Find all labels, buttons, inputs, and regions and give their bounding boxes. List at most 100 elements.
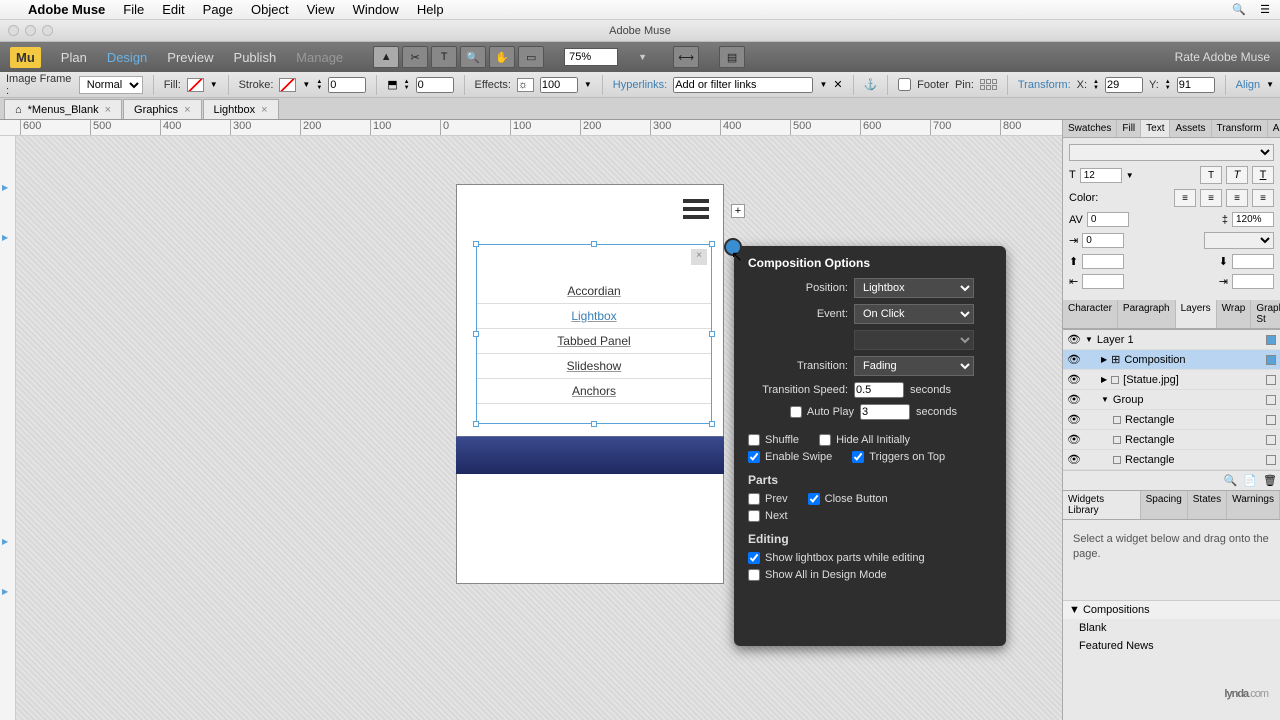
crop-tool[interactable]: ✂ bbox=[402, 46, 428, 68]
responsive-icon[interactable]: ⟷ bbox=[673, 46, 699, 68]
tab-warnings[interactable]: Warnings bbox=[1227, 491, 1280, 519]
design-canvas[interactable]: + × Accordian Lightbox Tabbed Panel bbox=[16, 136, 1062, 720]
tab-paragraph[interactable]: Paragraph bbox=[1118, 300, 1176, 328]
align-justify-button[interactable]: ≡ bbox=[1252, 189, 1274, 207]
menu-item-slideshow[interactable]: Slideshow bbox=[477, 354, 711, 379]
hyperlinks-input[interactable] bbox=[673, 77, 813, 93]
layer-row[interactable]: 👁▼Layer 1 bbox=[1063, 330, 1280, 350]
visibility-icon[interactable]: 👁 bbox=[1067, 453, 1081, 466]
tab-fill[interactable]: Fill bbox=[1117, 120, 1141, 137]
align-label[interactable]: Align bbox=[1236, 79, 1260, 91]
selection-indicator[interactable] bbox=[1266, 355, 1276, 365]
close-icon[interactable]: × bbox=[105, 104, 111, 116]
doc-tab-lightbox[interactable]: Lightbox× bbox=[203, 99, 279, 119]
close-button-checkbox[interactable] bbox=[808, 493, 820, 505]
selection-indicator[interactable] bbox=[1266, 335, 1276, 345]
align-right-button[interactable]: ≡ bbox=[1226, 189, 1248, 207]
right-indent-input[interactable] bbox=[1232, 274, 1274, 289]
menu-help[interactable]: Help bbox=[417, 2, 444, 17]
menu-object[interactable]: Object bbox=[251, 2, 289, 17]
visibility-icon[interactable]: 👁 bbox=[1067, 373, 1081, 386]
effects-swatch[interactable]: ☼ bbox=[517, 78, 534, 92]
tab-spacing[interactable]: Spacing bbox=[1141, 491, 1188, 519]
speed-input[interactable] bbox=[854, 382, 904, 398]
zoom-select[interactable] bbox=[564, 48, 618, 66]
composition-widget[interactable]: × Accordian Lightbox Tabbed Panel Slides… bbox=[476, 244, 712, 424]
widget-item-featured-news[interactable]: Featured News bbox=[1063, 637, 1280, 655]
triggers-top-checkbox[interactable] bbox=[852, 451, 864, 463]
widget-close-button[interactable]: × bbox=[691, 249, 707, 265]
tab-states[interactable]: States bbox=[1188, 491, 1227, 519]
autoplay-checkbox[interactable] bbox=[790, 406, 802, 418]
effects-input[interactable] bbox=[540, 77, 578, 93]
indent-input[interactable] bbox=[1082, 233, 1124, 248]
menu-page[interactable]: Page bbox=[203, 2, 233, 17]
layer-row[interactable]: 👁Rectangle bbox=[1063, 450, 1280, 470]
menu-file[interactable]: File bbox=[123, 2, 144, 17]
tab-character[interactable]: Character bbox=[1063, 300, 1118, 328]
pin-grid[interactable] bbox=[980, 79, 997, 90]
italic-button[interactable]: T bbox=[1226, 166, 1248, 184]
anchor-icon[interactable]: ⚓ bbox=[864, 78, 878, 91]
tab-transform[interactable]: Transform bbox=[1212, 120, 1268, 137]
nav-manage[interactable]: Manage bbox=[296, 50, 343, 65]
layer-row[interactable]: 👁▶[Statue.jpg] bbox=[1063, 370, 1280, 390]
menu-view[interactable]: View bbox=[307, 2, 335, 17]
hamburger-icon[interactable] bbox=[683, 199, 709, 219]
nav-design[interactable]: Design bbox=[107, 50, 147, 65]
position-select[interactable]: Lightbox bbox=[854, 278, 974, 298]
visibility-icon[interactable]: 👁 bbox=[1067, 433, 1081, 446]
widgets-category-compositions[interactable]: ▼ Compositions bbox=[1063, 600, 1280, 619]
align-center-button[interactable]: ≡ bbox=[1200, 189, 1222, 207]
doc-tab-graphics[interactable]: Graphics× bbox=[123, 99, 201, 119]
image-frame-select[interactable]: Normal bbox=[79, 76, 143, 94]
x-input[interactable] bbox=[1105, 77, 1143, 93]
clear-link-icon[interactable]: ✕ bbox=[833, 78, 842, 91]
nav-publish[interactable]: Publish bbox=[234, 50, 277, 65]
tab-align[interactable]: Align bbox=[1268, 120, 1280, 137]
empty-select[interactable] bbox=[854, 330, 974, 350]
close-icon[interactable]: × bbox=[261, 104, 267, 116]
visibility-icon[interactable]: 👁 bbox=[1067, 413, 1081, 426]
selection-indicator[interactable] bbox=[1266, 435, 1276, 445]
visibility-icon[interactable]: 👁 bbox=[1067, 333, 1081, 346]
layout-icon[interactable]: ▤ bbox=[719, 46, 745, 68]
visibility-icon[interactable]: 👁 bbox=[1067, 393, 1081, 406]
menu-window[interactable]: Window bbox=[353, 2, 399, 17]
bold-button[interactable]: T bbox=[1200, 166, 1222, 184]
gear-icon[interactable] bbox=[724, 238, 742, 256]
trash-icon[interactable]: 🗑 bbox=[1263, 474, 1277, 487]
visibility-icon[interactable]: 👁 bbox=[1067, 353, 1081, 366]
selection-indicator[interactable] bbox=[1266, 375, 1276, 385]
kerning-input[interactable] bbox=[1087, 212, 1129, 227]
tab-widgets-library[interactable]: Widgets Library bbox=[1063, 491, 1141, 519]
leading-input[interactable] bbox=[1232, 212, 1274, 227]
search-icon[interactable]: 🔍 bbox=[1224, 474, 1238, 487]
show-lightbox-checkbox[interactable] bbox=[748, 552, 760, 564]
next-checkbox[interactable] bbox=[748, 510, 760, 522]
hand-tool[interactable]: ✋ bbox=[489, 46, 515, 68]
underline-button[interactable]: T bbox=[1252, 166, 1274, 184]
tab-text[interactable]: Text bbox=[1141, 120, 1170, 137]
align-left-button[interactable]: ≡ bbox=[1174, 189, 1196, 207]
transition-select[interactable]: Fading bbox=[854, 356, 974, 376]
zoom-tool[interactable]: 🔍 bbox=[460, 46, 486, 68]
selection-indicator[interactable] bbox=[1266, 455, 1276, 465]
corner-input[interactable] bbox=[416, 77, 454, 93]
selection-indicator[interactable] bbox=[1266, 415, 1276, 425]
text-tool[interactable]: T bbox=[431, 46, 457, 68]
menu-item-accordian[interactable]: Accordian bbox=[477, 279, 711, 304]
layer-row[interactable]: 👁Rectangle bbox=[1063, 410, 1280, 430]
font-select[interactable] bbox=[1069, 144, 1274, 161]
spotlight-icon[interactable]: 🔍 bbox=[1232, 3, 1246, 16]
new-layer-icon[interactable]: 📄 bbox=[1243, 474, 1257, 487]
tab-swatches[interactable]: Swatches bbox=[1063, 120, 1117, 137]
stroke-swatch[interactable] bbox=[279, 78, 296, 92]
nav-preview[interactable]: Preview bbox=[167, 50, 213, 65]
close-icon[interactable]: × bbox=[184, 104, 190, 116]
menu-item-lightbox[interactable]: Lightbox bbox=[477, 304, 711, 329]
layer-row[interactable]: 👁Rectangle bbox=[1063, 430, 1280, 450]
rectangle-tool[interactable]: ▭ bbox=[518, 46, 544, 68]
traffic-lights[interactable] bbox=[8, 25, 53, 36]
nav-plan[interactable]: Plan bbox=[61, 50, 87, 65]
